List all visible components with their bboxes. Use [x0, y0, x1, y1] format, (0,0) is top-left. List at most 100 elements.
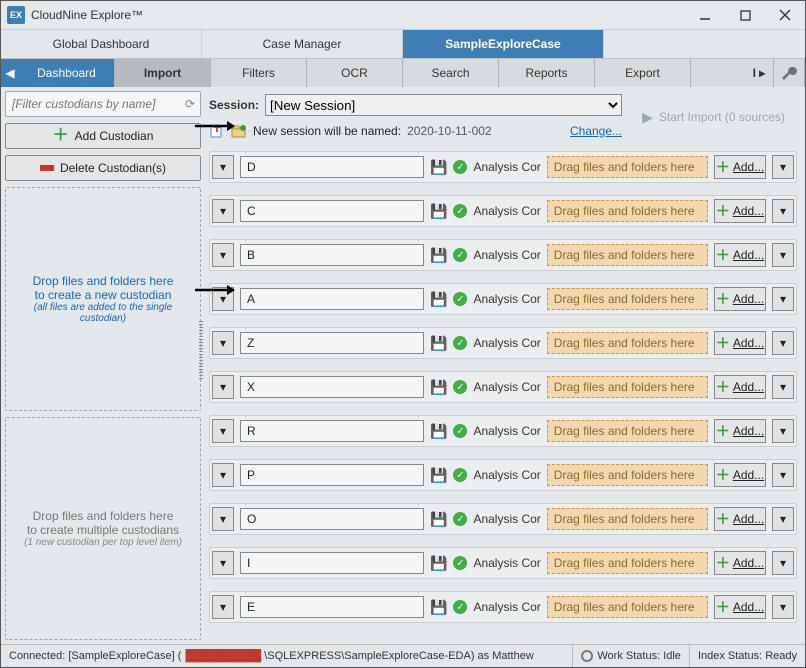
chevron-down-icon: ▾	[780, 424, 786, 438]
maximize-button[interactable]	[725, 1, 765, 29]
row-add-button[interactable]: ＋Add...	[714, 155, 766, 179]
custodian-name[interactable]: I	[240, 552, 424, 574]
custodian-name[interactable]: P	[240, 464, 424, 486]
row-drop-area[interactable]: Drag files and folders here	[547, 288, 708, 310]
change-link[interactable]: Change...	[570, 124, 622, 138]
save-icon[interactable]: 💾	[430, 467, 447, 484]
row-drop-area[interactable]: Drag files and folders here	[547, 200, 708, 222]
close-button[interactable]	[765, 1, 805, 29]
row-menu-button[interactable]: ▾	[772, 507, 794, 531]
delete-custodian-button[interactable]: Delete Custodian(s)	[5, 155, 201, 181]
drop-zone-new-custodian[interactable]: Drop files and folders here to create a …	[5, 187, 201, 411]
add-custodian-button[interactable]: ＋ Add Custodian	[5, 123, 201, 149]
custodian-filter-input[interactable]	[6, 97, 180, 111]
custodian-name[interactable]: B	[240, 244, 424, 266]
save-icon[interactable]: 💾	[430, 555, 447, 572]
row-menu-button[interactable]: ▾	[772, 155, 794, 179]
toolbar-scroll-left[interactable]: ◀	[1, 59, 19, 87]
tool-search[interactable]: Search	[403, 59, 499, 87]
custodian-name[interactable]: R	[240, 420, 424, 442]
custodian-name[interactable]: A	[240, 288, 424, 310]
session-select[interactable]: [New Session]	[265, 94, 622, 116]
custodian-name[interactable]: D	[240, 156, 424, 178]
tab-case-manager[interactable]: Case Manager	[202, 30, 403, 58]
custodian-name[interactable]: O	[240, 508, 424, 530]
save-icon[interactable]: 💾	[430, 599, 447, 616]
export-icon[interactable]	[209, 123, 225, 139]
save-icon[interactable]: 💾	[430, 247, 447, 264]
custodian-name[interactable]: C	[240, 200, 424, 222]
save-icon[interactable]: 💾	[430, 423, 447, 440]
row-drop-area[interactable]: Drag files and folders here	[547, 464, 708, 486]
row-drop-area[interactable]: Drag files and folders here	[547, 420, 708, 442]
expand-button[interactable]: ▾	[212, 551, 234, 575]
row-menu-button[interactable]: ▾	[772, 287, 794, 311]
session-label: Session:	[209, 98, 259, 112]
tool-settings[interactable]	[774, 59, 805, 87]
expand-button[interactable]: ▾	[212, 595, 234, 619]
expand-button[interactable]: ▾	[212, 419, 234, 443]
row-drop-area[interactable]: Drag files and folders here	[547, 156, 708, 178]
toolbar-overflow[interactable]: I ▸	[745, 59, 774, 87]
custodian-filter[interactable]: ⟳	[5, 91, 201, 117]
tool-dashboard[interactable]: Dashboard	[19, 59, 115, 87]
row-add-button[interactable]: ＋Add...	[714, 595, 766, 619]
row-menu-button[interactable]: ▾	[772, 331, 794, 355]
row-drop-area[interactable]: Drag files and folders here	[547, 376, 708, 398]
app-icon: EX	[7, 6, 25, 24]
row-add-button[interactable]: ＋Add...	[714, 419, 766, 443]
row-drop-area[interactable]: Drag files and folders here	[547, 596, 708, 618]
expand-button[interactable]: ▾	[212, 287, 234, 311]
row-menu-button[interactable]: ▾	[772, 595, 794, 619]
expand-button[interactable]: ▾	[212, 375, 234, 399]
start-import-button[interactable]: ▶ Start Import (0 sources)	[626, 96, 801, 138]
tool-export[interactable]: Export	[595, 59, 691, 87]
row-drop-area[interactable]: Drag files and folders here	[547, 508, 708, 530]
tool-ocr[interactable]: OCR	[307, 59, 403, 87]
expand-button[interactable]: ▾	[212, 155, 234, 179]
row-add-button[interactable]: ＋Add...	[714, 507, 766, 531]
expand-button[interactable]: ▾	[212, 199, 234, 223]
expand-button[interactable]: ▾	[212, 331, 234, 355]
status-ok-icon: ✓	[453, 556, 467, 570]
row-menu-button[interactable]: ▾	[772, 419, 794, 443]
tool-import[interactable]: Import	[115, 59, 211, 87]
row-menu-button[interactable]: ▾	[772, 551, 794, 575]
drop-zone-multi-custodians[interactable]: Drop files and folders here to create mu…	[5, 417, 201, 641]
row-add-button[interactable]: ＋Add...	[714, 463, 766, 487]
save-icon[interactable]: 💾	[430, 159, 447, 176]
save-icon[interactable]: 💾	[430, 511, 447, 528]
tool-filters[interactable]: Filters	[211, 59, 307, 87]
custodian-name[interactable]: E	[240, 596, 424, 618]
row-add-button[interactable]: ＋Add...	[714, 375, 766, 399]
tab-global-dashboard[interactable]: Global Dashboard	[1, 30, 202, 58]
save-icon[interactable]: 💾	[430, 379, 447, 396]
row-add-button[interactable]: ＋Add...	[714, 551, 766, 575]
expand-button[interactable]: ▾	[212, 463, 234, 487]
row-drop-area[interactable]: Drag files and folders here	[547, 552, 708, 574]
save-icon[interactable]: 💾	[430, 335, 447, 352]
save-icon[interactable]: 💾	[430, 291, 447, 308]
save-icon[interactable]: 💾	[430, 203, 447, 220]
row-menu-button[interactable]: ▾	[772, 375, 794, 399]
row-add-button[interactable]: ＋Add...	[714, 331, 766, 355]
row-drop-area[interactable]: Drag files and folders here	[547, 332, 708, 354]
row-menu-button[interactable]: ▾	[772, 199, 794, 223]
row-add-button[interactable]: ＋Add...	[714, 287, 766, 311]
expand-button[interactable]: ▾	[212, 507, 234, 531]
row-menu-button[interactable]: ▾	[772, 463, 794, 487]
splitter-handle[interactable]	[199, 321, 203, 381]
minimize-button[interactable]	[685, 1, 725, 29]
row-drop-area[interactable]: Drag files and folders here	[547, 244, 708, 266]
open-icon[interactable]	[231, 123, 247, 139]
custodian-name[interactable]: X	[240, 376, 424, 398]
custodian-name[interactable]: Z	[240, 332, 424, 354]
expand-button[interactable]: ▾	[212, 243, 234, 267]
row-add-button[interactable]: ＋Add...	[714, 243, 766, 267]
refresh-icon[interactable]: ⟳	[180, 97, 200, 111]
row-add-button[interactable]: ＋Add...	[714, 199, 766, 223]
chevron-down-icon: ▾	[220, 248, 226, 262]
row-menu-button[interactable]: ▾	[772, 243, 794, 267]
tab-sample-explore-case[interactable]: SampleExploreCase	[403, 30, 604, 58]
tool-reports[interactable]: Reports	[499, 59, 595, 87]
